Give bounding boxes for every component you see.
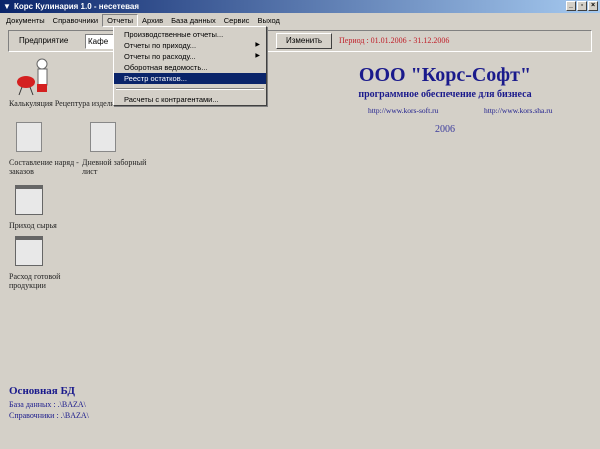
menu-item-label: Отчеты по расходу... [124, 52, 196, 61]
chef-grill-icon [17, 58, 48, 96]
app-icon: ▼ [3, 2, 11, 11]
menu-item-label: Расчеты с контрагентами... [124, 95, 219, 104]
menu-item-label: Оборотная ведомость... [124, 63, 208, 72]
raw-income-grid-icon[interactable] [15, 185, 43, 215]
menu-bar: Документы Справочники Отчеты Архив База … [0, 14, 600, 27]
calculation-label[interactable]: Калькуляция Рецептура изделий [9, 99, 119, 108]
calculation-icon[interactable] [14, 56, 54, 96]
period-text: Период : 01.01.2006 - 31.12.2006 [339, 36, 450, 45]
daily-sheet-label[interactable]: Дневной заборный лист [82, 158, 152, 176]
year: 2006 [435, 124, 455, 135]
company-name: ООО "Корс-Софт" [358, 64, 532, 86]
product-expense-grid-icon[interactable] [15, 236, 43, 266]
link-kors-soft[interactable]: http://www.kors-soft.ru [368, 106, 438, 115]
product-expense-label[interactable]: Расход готовой продукции [9, 272, 79, 290]
menu-item-turnover-statement[interactable]: Оборотная ведомость... [114, 62, 266, 73]
close-button[interactable]: × [588, 1, 598, 11]
menu-item-label: Реестр остатков... [124, 74, 187, 83]
menu-item-expense-reports[interactable]: Отчеты по расходу... ▶ [114, 51, 266, 62]
orders-label[interactable]: Составление наряд - заказов [9, 158, 79, 176]
menu-documents[interactable]: Документы [2, 14, 49, 27]
restore-button[interactable]: ▫ [577, 1, 587, 11]
directories-path: Справочники : .\BAZA\ [9, 411, 89, 420]
enterprise-label: Предприятие [19, 36, 69, 45]
link-kors-sha[interactable]: http://www.kors.sha.ru [484, 106, 552, 115]
menu-item-label: Отчеты по приходу... [124, 41, 197, 50]
db-title: Основная БД [9, 385, 75, 397]
menu-directories[interactable]: Справочники [49, 14, 102, 27]
menu-separator [116, 88, 264, 90]
menu-item-balance-register[interactable]: Реестр остатков... [114, 73, 266, 84]
submenu-arrow-icon: ▶ [255, 53, 260, 59]
daily-sheet-document-icon[interactable] [90, 122, 116, 152]
window-title: Корс Кулинария 1.0 - несетевая [14, 2, 140, 11]
toolbar: Предприятие Кафе Изменить Период : 01.01… [8, 30, 592, 52]
menu-item-contractor-settlements[interactable]: Расчеты с контрагентами... [114, 94, 266, 105]
menu-item-income-reports[interactable]: Отчеты по приходу... ▶ [114, 40, 266, 51]
minimize-button[interactable]: _ [566, 1, 576, 11]
menu-item-production-reports[interactable]: Производственные отчеты... [114, 29, 266, 40]
db-path: База данных : .\BAZA\ [9, 400, 86, 409]
change-button[interactable]: Изменить [276, 33, 332, 49]
order-document-icon[interactable] [16, 122, 42, 152]
raw-income-label[interactable]: Приход сырья [9, 221, 57, 230]
reports-dropdown: Производственные отчеты... Отчеты по при… [113, 26, 267, 106]
submenu-arrow-icon: ▶ [255, 42, 260, 48]
menu-item-label: Производственные отчеты... [124, 30, 224, 39]
title-bar: ▼ Корс Кулинария 1.0 - несетевая _ ▫ × [0, 0, 600, 13]
company-tagline: программное обеспечение для бизнеса [358, 89, 532, 100]
